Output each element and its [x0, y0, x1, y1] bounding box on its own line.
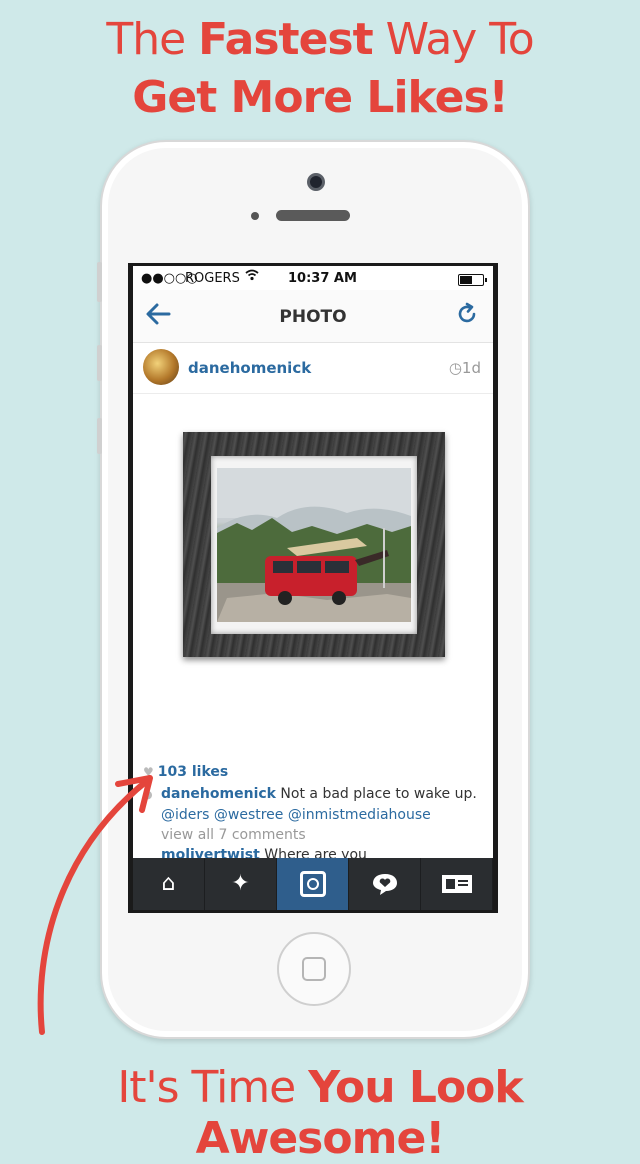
app-screen: ●●○○○ ROGERS 10:37 AM PHOTO danehomenick… — [133, 266, 493, 910]
footer-thin: It's Time — [117, 1062, 309, 1113]
wood-frame — [183, 432, 445, 657]
headline-thin-b: Way To — [372, 14, 535, 65]
avatar[interactable] — [143, 349, 179, 385]
speech-heart-icon — [372, 874, 397, 895]
phone-screen: ●●○○○ ROGERS 10:37 AM PHOTO danehomenick… — [128, 263, 498, 913]
tab-activity[interactable] — [349, 858, 421, 910]
red-arrow-icon — [37, 775, 153, 1035]
headline-thin-a: The — [106, 14, 199, 65]
volume-down-button — [97, 418, 102, 454]
refresh-icon — [458, 302, 476, 323]
page-title: PHOTO — [279, 307, 347, 327]
post-photo[interactable] — [133, 394, 493, 764]
camera-icon — [299, 871, 326, 897]
nav-bar: PHOTO — [133, 290, 493, 343]
van-photo — [217, 468, 411, 622]
front-camera — [307, 173, 325, 191]
headline-line-1: The Fastest Way To — [0, 14, 640, 65]
earpiece-speaker — [276, 210, 350, 221]
post-username[interactable]: danehomenick — [188, 359, 311, 377]
post-header: danehomenick ◷1d — [133, 343, 493, 394]
caption-block: ● danehomenick Not a bad place to wake up… — [143, 784, 488, 865]
refresh-button[interactable] — [455, 302, 481, 330]
status-bar: ●●○○○ ROGERS 10:37 AM — [133, 266, 493, 290]
footer-headline: It's Time You Look Awesome! — [0, 1062, 640, 1164]
tab-profile[interactable] — [421, 858, 493, 910]
caption-text: Not a bad place to wake up. — [275, 786, 477, 802]
compass-icon: ✦ — [231, 871, 250, 896]
tab-explore[interactable]: ✦ — [205, 858, 277, 910]
view-all-comments-link[interactable]: view all 7 comments — [143, 825, 488, 845]
wifi-icon — [245, 269, 259, 285]
headline-line-2: Get More Likes! — [132, 72, 508, 123]
profile-card-icon — [441, 875, 472, 893]
caption-mentions[interactable]: @iders @westree @inmistmediahouse — [143, 805, 488, 825]
mute-switch — [97, 262, 102, 302]
post-time: ◷1d — [448, 359, 481, 377]
carrier-name: ROGERS — [185, 271, 240, 286]
status-time: 10:37 AM — [288, 271, 357, 286]
battery-icon — [458, 274, 487, 286]
photo-mat — [211, 456, 417, 634]
home-button[interactable] — [277, 932, 351, 1006]
headline-bold: Fastest — [198, 14, 373, 65]
tab-bar: ⌂ ✦ — [133, 858, 493, 910]
tab-camera[interactable] — [277, 858, 349, 910]
proximity-sensor — [251, 212, 259, 220]
volume-up-button — [97, 345, 102, 381]
